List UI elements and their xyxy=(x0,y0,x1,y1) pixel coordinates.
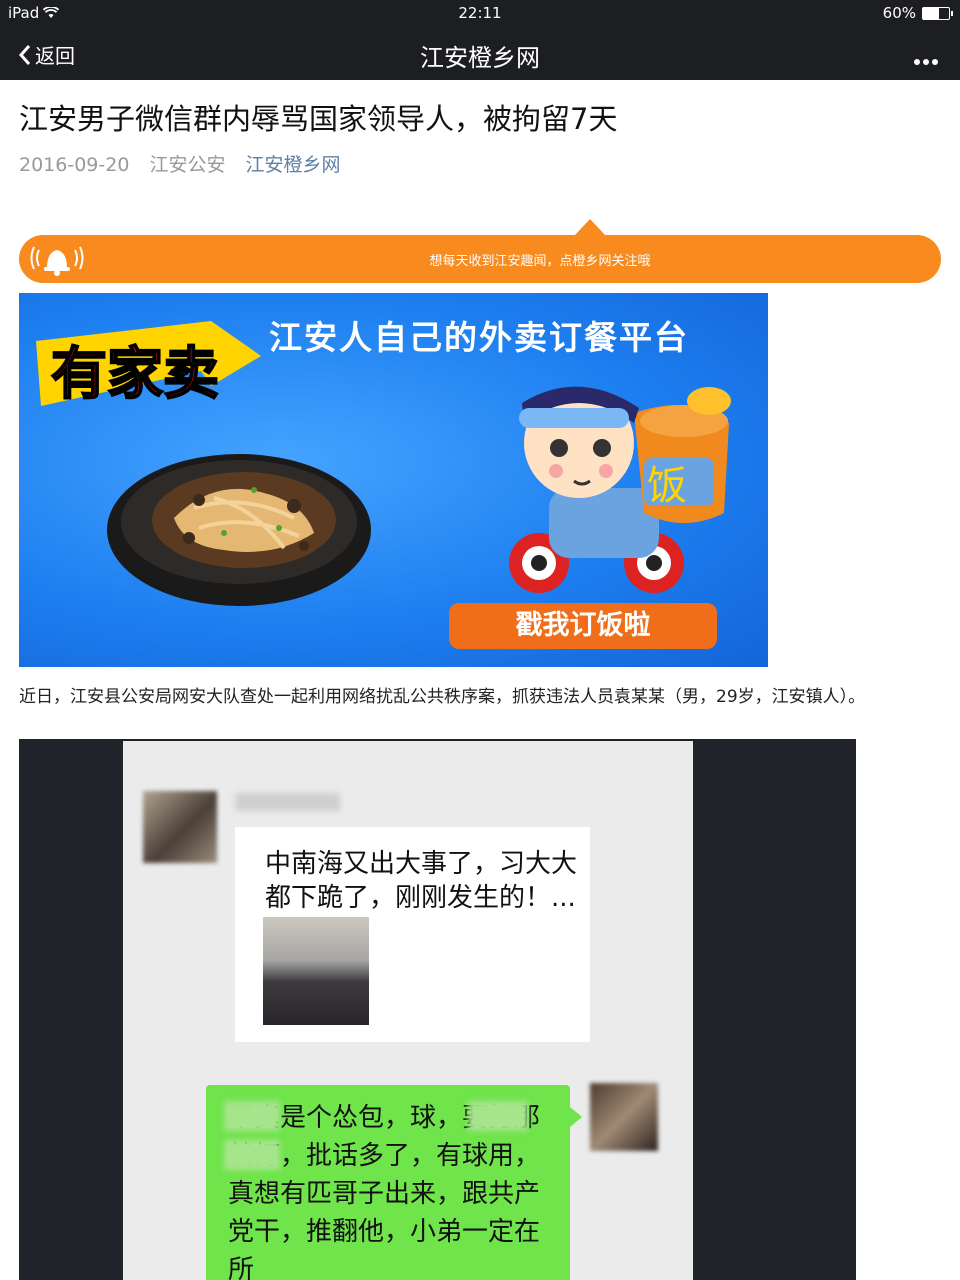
phone-screen: 中南海又出大事了，习大大都下跪了，刚刚发生的！... 平真是个怂包，球，要打那就… xyxy=(123,741,693,1280)
article-paragraph: 近日，江安县公安局网安大队查处一起利用网络扰乱公共秩序案，抓获违法人员袁某某（男… xyxy=(19,687,866,707)
article-author: 江安公安 xyxy=(149,154,226,176)
battery-icon xyxy=(922,7,953,20)
nav-title: 江安橙乡网 xyxy=(420,44,540,72)
article-date: 2016-09-20 xyxy=(19,154,130,176)
battery-percent: 60% xyxy=(882,4,916,22)
avatar xyxy=(143,791,217,863)
follow-banner[interactable]: 想每天收到江安趣闻，点橙乡网关注哦 xyxy=(19,219,941,283)
chat-screenshot-image: 中南海又出大事了，习大大都下跪了，刚刚发生的！... 平真是个怂包，球，要打那就… xyxy=(19,739,856,1280)
chat-message-sent: 平真是个怂包，球，要打那就打，批话多了，有球用，真想有匹哥子出来，跟共产党干，推… xyxy=(206,1085,582,1280)
message-text: 中南海又出大事了，习大大都下跪了，刚刚发生的！... xyxy=(265,849,578,913)
chat-message-received: 中南海又出大事了，习大大都下跪了，刚刚发生的！... xyxy=(235,827,590,1042)
noodle-bowl-image xyxy=(107,454,371,606)
article-title: 江安男子微信群内辱骂国家领导人，被拘留7天 xyxy=(19,102,618,136)
nav-bar: 返回 江安橙乡网 xyxy=(0,26,960,80)
avatar xyxy=(590,1083,658,1151)
account-link[interactable]: 江安橙乡网 xyxy=(246,154,341,176)
svg-text:有家卖: 有家卖 xyxy=(51,342,219,407)
banner-headline: 江安人自己的外卖订餐平台 xyxy=(269,318,689,357)
order-button[interactable]: 戳我订饭啦 xyxy=(449,603,717,649)
ad-banner[interactable]: 有家卖 江安人自己的外卖订餐平台 饭 戳我订饭啦 xyxy=(19,293,768,667)
follow-text: 想每天收到江安趣闻，点橙乡网关注哦 xyxy=(429,254,651,269)
news-thumbnail xyxy=(263,917,369,1025)
article-meta: 2016-09-20 江安公安 江安橙乡网 xyxy=(19,150,355,177)
status-bar: iPad 22:11 60% xyxy=(0,0,960,26)
rice-box-label: 饭 xyxy=(647,463,687,509)
delivery-boy-illustration: 饭 xyxy=(509,386,731,593)
clock: 22:11 xyxy=(458,4,502,22)
more-menu-icon[interactable] xyxy=(911,50,938,69)
blurred-username xyxy=(235,793,340,811)
brand-logo: 有家卖 xyxy=(36,321,261,408)
